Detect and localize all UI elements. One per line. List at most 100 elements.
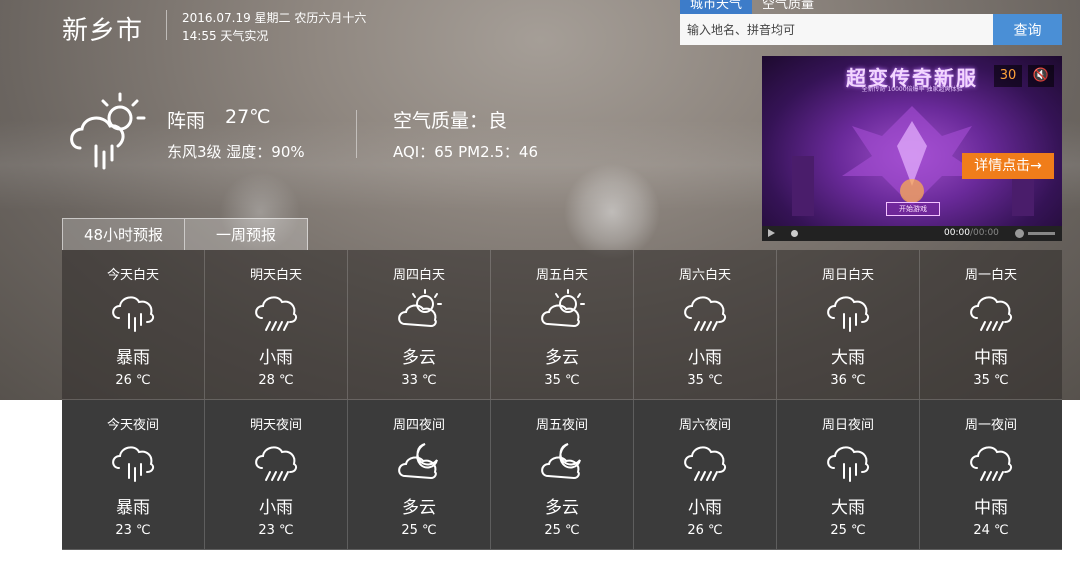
video-time: 00:00/00:00 [944,228,999,238]
forecast-cell: 周六白天小雨 35 ℃ [634,250,777,400]
forecast-cell: 周四白天多云 33 ℃ [348,250,491,400]
forecast-condition: 多云 [545,498,579,518]
forecast-cell: 周日夜间大雨 25 ℃ [777,400,920,550]
light-rain-icon [684,446,727,481]
forecast-period: 周一白天 [964,268,1017,283]
forecast-condition: 小雨 [688,498,722,518]
forecast-temperature: 25 ℃ [830,523,866,538]
forecast-condition: 中雨 [974,498,1008,518]
forecast-temperature: 24 ℃ [973,523,1009,538]
forecast-condition: 大雨 [831,498,865,518]
forecast-period: 周五夜间 [535,418,588,433]
forecast-cell: 周日白天大雨 36 ℃ [777,250,920,400]
rain-icon [827,446,870,482]
forecast-night-row: 今天夜间 暴雨 23 ℃ 明天夜间 小雨 23 ℃ 周四夜间 多云 25 ℃ 周五夜间 多云 25 ℃… [62,400,1062,550]
search-tabs: 城市天气 空气质量 [680,0,824,14]
forecast-period: 周日夜间 [821,418,874,433]
forecast-temperature: 25 ℃ [544,523,580,538]
air-quality-values: AQI：65 PM2.5：46 [393,143,539,161]
forecast-cell: 今天白天暴雨 26 ℃ [62,250,205,400]
current-condition: 阵雨 [167,110,206,132]
time-line: 14:55 天气实况 [182,29,269,43]
cloudy-moon-icon [398,443,438,480]
progress-knob[interactable] [791,230,798,237]
ad-start-game-button[interactable]: 开始游戏 [886,202,940,216]
current-temperature: 27℃ [225,106,271,128]
forecast-period: 明天夜间 [249,418,302,433]
forecast-period: 周四夜间 [392,418,445,433]
tab-city-weather[interactable]: 城市天气 [680,0,753,14]
ad-countdown: 30 [994,65,1022,87]
video-ad[interactable]: 超变传奇新服 全新传奇 10000倍爆率 独家超爽体验 30 🔇 详情点击→ 开… [762,56,1062,241]
play-icon[interactable] [768,229,775,237]
forecast-cell: 周五白天多云 35 ℃ [491,250,634,400]
shower-rain-sun-icon [70,92,146,170]
date-line: 2016.07.19 星期二 农历六月十六 [182,11,367,25]
forecast-period: 周一夜间 [964,418,1017,433]
forecast-temperature: 36 ℃ [830,373,866,388]
current-divider [356,110,357,158]
forecast-cell: 明天夜间小雨 23 ℃ [205,400,348,550]
forecast-condition: 中雨 [974,348,1008,368]
forecast-period: 周六夜间 [678,418,731,433]
rain-icon [112,296,155,332]
wind-humidity: 东风3级 湿度：90% [167,143,305,161]
forecast-tabs: 48小时预报 一周预报 [62,218,308,250]
header-divider [166,10,167,40]
forecast-condition: 大雨 [831,348,865,368]
forecast-period: 明天白天 [249,268,302,283]
search-button[interactable]: 查询 [993,14,1062,45]
light-rain-icon [684,296,727,331]
cloudy-sun-icon [541,289,585,328]
forecast-condition: 小雨 [688,348,722,368]
light-rain-icon [255,446,298,481]
forecast-condition: 多云 [402,498,436,518]
tab-air-quality[interactable]: 空气质量 [752,0,824,14]
forecast-temperature: 35 ℃ [973,373,1009,388]
city-name[interactable]: 新乡市 [62,10,143,47]
ad-details-button[interactable]: 详情点击→ [962,153,1054,179]
video-time-current: 00:00 [944,228,970,238]
forecast-temperature: 35 ℃ [687,373,723,388]
forecast-period: 周六白天 [678,268,731,283]
forecast-cell: 今天夜间 暴雨 23 ℃ [62,400,205,550]
forecast-cell: 周六夜间小雨 26 ℃ [634,400,777,550]
forecast-period: 周五白天 [535,268,588,283]
volume-slider[interactable] [1028,232,1055,235]
forecast-condition: 暴雨 [116,498,150,518]
rain-icon [112,446,155,482]
cloudy-sun-icon [398,289,442,328]
rain-icon [827,296,870,332]
air-quality-title[interactable]: 空气质量：良 [393,106,507,133]
forecast-temperature: 26 ℃ [115,373,151,388]
cloudy-moon-icon [541,443,581,480]
forecast-period: 今天白天 [106,268,159,283]
forecast-condition: 小雨 [259,348,293,368]
forecast-cell: 周一夜间中雨 24 ℃ [920,400,1062,550]
forecast-temperature: 33 ℃ [401,373,437,388]
forecast-temperature: 25 ℃ [401,523,437,538]
forecast-period: 周四白天 [392,268,445,283]
forecast-condition: 多云 [402,348,436,368]
forecast-period: 周日白天 [821,268,874,283]
tab-week[interactable]: 一周预报 [185,218,308,250]
forecast-temperature: 35 ℃ [544,373,580,388]
forecast-condition: 小雨 [259,498,293,518]
forecast-period: 今天夜间 [106,418,159,433]
video-controls: 00:00/00:00 [762,226,1062,241]
volume-icon[interactable] [1015,229,1024,238]
forecast-cell: 周五夜间多云 25 ℃ [491,400,634,550]
forecast-cell: 周四夜间多云 25 ℃ [348,400,491,550]
forecast-temperature: 26 ℃ [687,523,723,538]
forecast-temperature: 28 ℃ [258,373,294,388]
forecast-condition: 暴雨 [116,348,150,368]
forecast-day-row: 今天白天暴雨 26 ℃ 明天白天小雨 28 ℃ 周四白天多云 33 ℃ 周五白天多云 35 ℃… [62,250,1062,400]
forecast-temperature: 23 ℃ [258,523,294,538]
tab-48-hour[interactable]: 48小时预报 [62,218,185,250]
light-rain-icon [970,296,1013,331]
forecast-cell: 明天白天小雨 28 ℃ [205,250,348,400]
forecast-cell: 周一白天中雨 35 ℃ [920,250,1062,400]
search-input[interactable] [680,14,993,45]
forecast-condition: 多云 [545,348,579,368]
mute-icon[interactable]: 🔇 [1028,65,1054,87]
